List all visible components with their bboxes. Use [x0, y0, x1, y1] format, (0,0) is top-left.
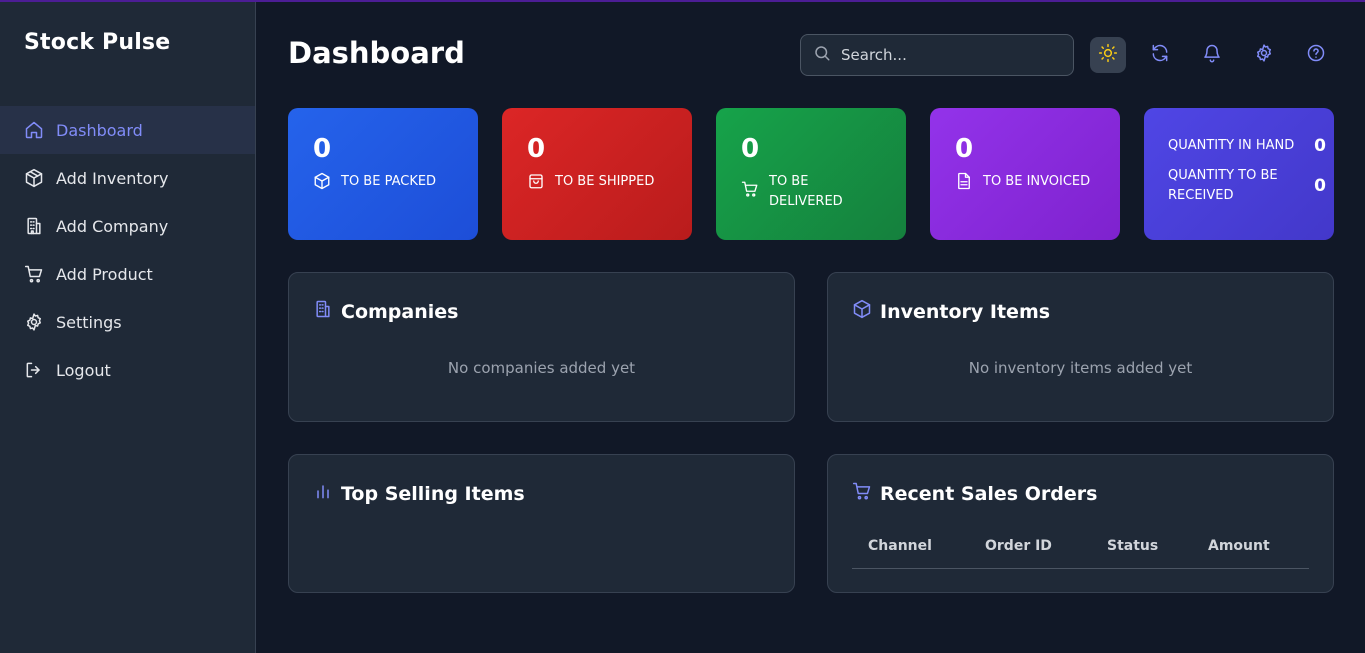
sidebar-item-add-company[interactable]: Add Company — [0, 202, 255, 250]
quantity-in-hand-label: QUANTITY IN HAND — [1168, 138, 1295, 153]
search-input[interactable] — [841, 46, 1061, 64]
sidebar-item-label: Logout — [56, 360, 111, 380]
settings-button[interactable] — [1246, 37, 1282, 73]
sidebar-item-settings[interactable]: Settings — [0, 298, 255, 346]
inventory-panel: Inventory Items No inventory items added… — [827, 272, 1334, 422]
sun-icon — [1098, 43, 1118, 67]
box-icon — [24, 168, 44, 188]
recent-orders-panel: Recent Sales Orders Channel Order ID Sta… — [827, 454, 1334, 593]
search-box[interactable] — [800, 34, 1074, 76]
home-icon — [24, 120, 44, 140]
page-title: Dashboard — [288, 36, 465, 70]
sidebar-item-label: Settings — [56, 312, 122, 332]
box-icon — [852, 299, 880, 324]
bag-icon — [527, 172, 555, 197]
column-header-channel[interactable]: Channel — [868, 538, 932, 554]
panel-title: Recent Sales Orders — [880, 482, 1098, 505]
companies-panel: Companies No companies added yet — [288, 272, 795, 422]
quantity-to-receive-label: QUANTITY TO BE RECEIVED — [1168, 168, 1278, 203]
stat-value: 0 — [955, 134, 974, 164]
quantity-to-receive-value: 0 — [1314, 176, 1326, 196]
document-icon — [955, 172, 983, 197]
stat-card-to-be-shipped[interactable]: 0 TO BE SHIPPED — [502, 108, 692, 240]
stat-card-to-be-invoiced[interactable]: 0 TO BE INVOICED — [930, 108, 1120, 240]
stat-value: 0 — [527, 134, 546, 164]
help-button[interactable] — [1298, 37, 1334, 73]
theme-toggle-button[interactable] — [1090, 37, 1126, 73]
stat-card-to-be-packed[interactable]: 0 TO BE PACKED — [288, 108, 478, 240]
quantity-summary-card: QUANTITY IN HAND 0 QUANTITY TO BE RECEIV… — [1144, 108, 1334, 240]
building-icon — [313, 299, 341, 324]
quantity-in-hand-value: 0 — [1314, 136, 1326, 156]
top-selling-panel: Top Selling Items — [288, 454, 795, 593]
column-header-status[interactable]: Status — [1107, 538, 1158, 554]
refresh-button[interactable] — [1142, 37, 1178, 73]
stat-label: TO BE INVOICED — [983, 174, 1091, 189]
panel-title: Companies — [341, 300, 459, 323]
sidebar-item-add-product[interactable]: Add Product — [0, 250, 255, 298]
search-icon — [813, 44, 831, 66]
sidebar-item-add-inventory[interactable]: Add Inventory — [0, 154, 255, 202]
cart-icon — [741, 180, 769, 205]
sidebar-item-label: Add Company — [56, 216, 169, 236]
stat-label: TO BE SHIPPED — [555, 174, 655, 189]
cart-icon — [24, 264, 44, 284]
stat-label: TO BE PACKED — [341, 174, 437, 189]
empty-state-text: No companies added yet — [447, 359, 636, 377]
sidebar-item-label: Add Product — [56, 264, 153, 284]
column-header-amount[interactable]: Amount — [1208, 538, 1270, 554]
bar-chart-icon — [313, 481, 341, 506]
empty-state-text: No inventory items added yet — [968, 359, 1193, 377]
sidebar-nav: Dashboard Add Inventory Add Company Add … — [0, 106, 255, 394]
sidebar-item-logout[interactable]: Logout — [0, 346, 255, 394]
sidebar-item-label: Add Inventory — [56, 168, 169, 188]
refresh-icon — [1150, 43, 1170, 67]
stat-value: 0 — [313, 134, 332, 164]
help-icon — [1306, 43, 1326, 67]
panel-title: Top Selling Items — [341, 482, 525, 505]
gear-icon — [1254, 43, 1274, 67]
sidebar: Stock Pulse Dashboard Add Inventory Add … — [0, 2, 256, 653]
box-icon — [313, 172, 341, 197]
stat-value: 0 — [741, 134, 760, 164]
stat-card-to-be-delivered[interactable]: 0 TO BE DELIVERED — [716, 108, 906, 240]
gear-icon — [24, 312, 44, 332]
column-header-order-id[interactable]: Order ID — [985, 538, 1052, 554]
sidebar-item-label: Dashboard — [56, 120, 143, 140]
main-content: Dashboard 0 — [256, 2, 1365, 653]
building-icon — [24, 216, 44, 236]
app-logo-text: Stock Pulse — [24, 30, 171, 55]
bell-icon — [1202, 43, 1222, 67]
notifications-button[interactable] — [1194, 37, 1230, 73]
logout-icon — [24, 360, 44, 380]
cart-icon — [852, 481, 880, 506]
orders-table-header: Channel Order ID Status Amount — [852, 535, 1309, 569]
panel-title: Inventory Items — [880, 300, 1051, 323]
stat-label: TO BE DELIVERED — [769, 174, 843, 209]
sidebar-item-dashboard[interactable]: Dashboard — [0, 106, 255, 154]
